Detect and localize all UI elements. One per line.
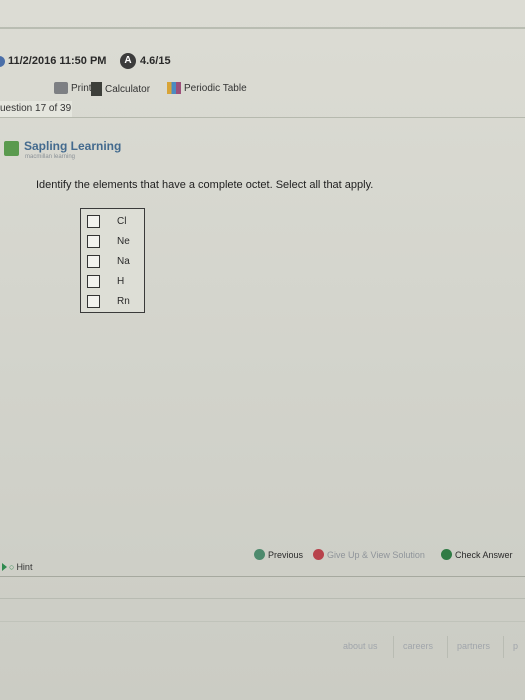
divider-line — [0, 598, 525, 599]
check-icon — [441, 549, 452, 560]
question-nav-divider — [0, 117, 525, 118]
hint-icon: ○ — [9, 562, 15, 572]
screen: 11/2/2016 11:50 PM A 4.6/15 Print Calcul… — [0, 0, 525, 700]
score: 4.6/15 — [140, 55, 171, 67]
brand-name: Sapling Learning — [24, 139, 122, 153]
question-number: uestion 17 of 39 — [0, 103, 72, 114]
sapling-logo-icon — [4, 141, 19, 156]
score-icon: A — [120, 53, 136, 69]
expand-arrow-icon — [2, 563, 7, 571]
footer-about-link[interactable]: about us — [343, 641, 378, 651]
choice-item[interactable]: Ne — [87, 232, 130, 250]
top-divider — [0, 27, 525, 29]
previous-button[interactable]: Previous — [254, 549, 303, 560]
choice-checkbox[interactable] — [87, 294, 100, 308]
footer-partners-link[interactable]: partners — [457, 641, 490, 651]
previous-icon — [254, 549, 265, 560]
check-answer-button[interactable]: Check Answer — [441, 549, 513, 560]
header-row: 11/2/2016 11:50 PM A 4.6/15 — [0, 53, 525, 75]
choice-label: Na — [117, 255, 130, 267]
choice-checkbox[interactable] — [87, 234, 100, 248]
toolbar: Print Calculator Periodic Table — [0, 78, 525, 100]
footer-separator — [503, 636, 504, 658]
give-up-button[interactable]: Give Up & View Solution — [313, 549, 425, 560]
periodic-table-icon — [167, 82, 181, 94]
choice-item[interactable]: Cl — [87, 212, 126, 230]
choice-item[interactable]: H — [87, 272, 124, 290]
footer-separator — [393, 636, 394, 658]
periodic-table-label: Periodic Table — [184, 82, 247, 94]
hint-button[interactable]: ○ Hint — [2, 562, 32, 572]
footer-separator — [447, 636, 448, 658]
status-dot-icon — [0, 56, 5, 67]
hint-label: Hint — [16, 562, 33, 572]
check-answer-label: Check Answer — [455, 549, 513, 560]
printer-icon — [54, 82, 68, 94]
previous-label: Previous — [268, 549, 304, 560]
divider-line — [0, 621, 525, 622]
print-button[interactable]: Print — [54, 82, 92, 94]
periodic-table-button[interactable]: Periodic Table — [167, 82, 247, 94]
print-label: Print — [71, 82, 92, 94]
question-prompt: Identify the elements that have a comple… — [36, 179, 374, 191]
datetime: 11/2/2016 11:50 PM — [8, 55, 107, 67]
choice-item[interactable]: Na — [87, 252, 130, 270]
choice-label: Ne — [117, 235, 130, 247]
give-up-icon — [313, 549, 324, 560]
choice-list: Cl Ne Na H Rn — [80, 208, 145, 313]
footer-links: about us careers partners p — [335, 636, 525, 658]
question-nav: uestion 17 of 39 — [0, 101, 72, 118]
choice-checkbox[interactable] — [87, 274, 100, 288]
calculator-label: Calculator — [105, 83, 151, 95]
choice-label: Rn — [117, 295, 130, 307]
choice-checkbox[interactable] — [87, 214, 100, 228]
footer-careers-link[interactable]: careers — [403, 641, 433, 651]
choice-item[interactable]: Rn — [87, 292, 130, 310]
calculator-icon — [91, 82, 102, 96]
give-up-label: Give Up & View Solution — [327, 549, 425, 560]
hint-row: ○ Hint — [0, 562, 525, 577]
footer-more-link[interactable]: p — [513, 641, 518, 651]
brand-tagline: macmillan learning — [25, 154, 76, 160]
choice-label: H — [117, 275, 125, 287]
choice-label: Cl — [117, 215, 127, 227]
choice-checkbox[interactable] — [87, 254, 100, 268]
calculator-button[interactable]: Calculator — [91, 82, 150, 96]
